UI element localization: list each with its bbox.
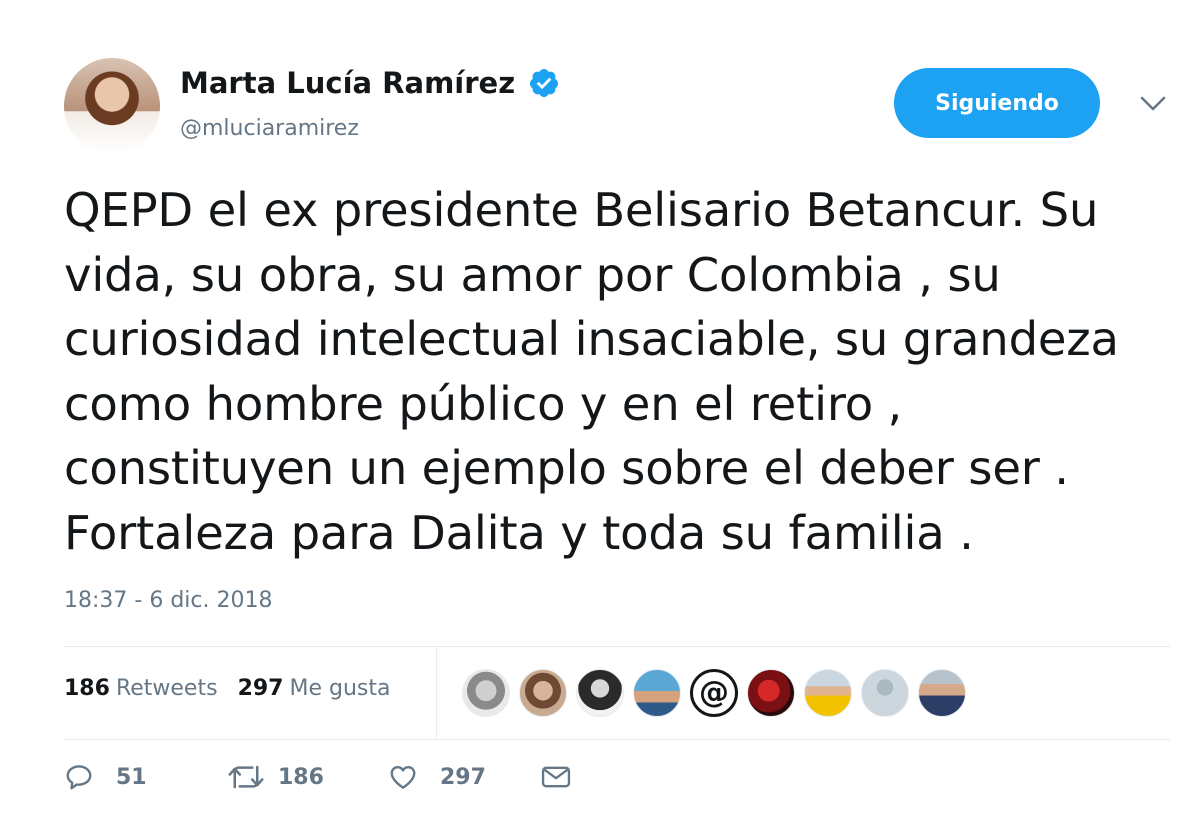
- retweets-stat[interactable]: 186 Retweets: [64, 676, 218, 701]
- retweet-action[interactable]: 186: [226, 762, 388, 792]
- chevron-down-icon[interactable]: [1140, 96, 1166, 112]
- divider: [64, 646, 1170, 647]
- tweet-text: QEPD el ex presidente Belisario Betancur…: [64, 183, 1119, 560]
- liker-avatar[interactable]: [918, 669, 966, 717]
- divider: [64, 739, 1170, 740]
- liker-avatar[interactable]: [747, 669, 795, 717]
- likes-count: 297: [237, 676, 284, 701]
- reply-icon: [66, 765, 92, 790]
- liker-avatar[interactable]: [861, 669, 909, 717]
- reply-action[interactable]: 51: [64, 762, 226, 792]
- likers-avatars: @: [462, 669, 966, 717]
- liker-avatar[interactable]: [519, 669, 567, 717]
- direct-message-action[interactable]: [540, 762, 572, 792]
- tweet-timestamp[interactable]: 18:37 - 6 dic. 2018: [64, 588, 272, 613]
- like-action[interactable]: 297: [388, 762, 540, 792]
- retweets-count: 186: [64, 676, 110, 701]
- retweet-icon: [228, 765, 264, 789]
- author-avatar[interactable]: [64, 58, 160, 154]
- liker-avatar[interactable]: @: [690, 669, 738, 717]
- liker-avatar[interactable]: [633, 669, 681, 717]
- liker-avatar[interactable]: [576, 669, 624, 717]
- retweet-count: 186: [278, 764, 324, 790]
- verified-badge-icon: [529, 69, 558, 97]
- heart-icon: [390, 766, 416, 789]
- retweets-label: Retweets: [115, 676, 218, 701]
- likes-label: Me gusta: [289, 676, 391, 701]
- author-name[interactable]: Marta Lucía Ramírez: [180, 66, 515, 100]
- likes-stat[interactable]: 297 Me gusta: [238, 676, 391, 701]
- tweet-stats: 186 Retweets 297 Me gusta: [64, 676, 391, 701]
- following-button[interactable]: Siguiendo: [894, 68, 1100, 138]
- envelope-icon: [541, 766, 571, 788]
- divider: [436, 646, 437, 739]
- tweet-actions: 51 186 297: [64, 762, 572, 792]
- liker-avatar[interactable]: [804, 669, 852, 717]
- like-count: 297: [440, 764, 486, 790]
- liker-avatar[interactable]: [462, 669, 510, 717]
- reply-count: 51: [116, 764, 147, 790]
- author-handle[interactable]: @mluciaramirez: [180, 116, 359, 141]
